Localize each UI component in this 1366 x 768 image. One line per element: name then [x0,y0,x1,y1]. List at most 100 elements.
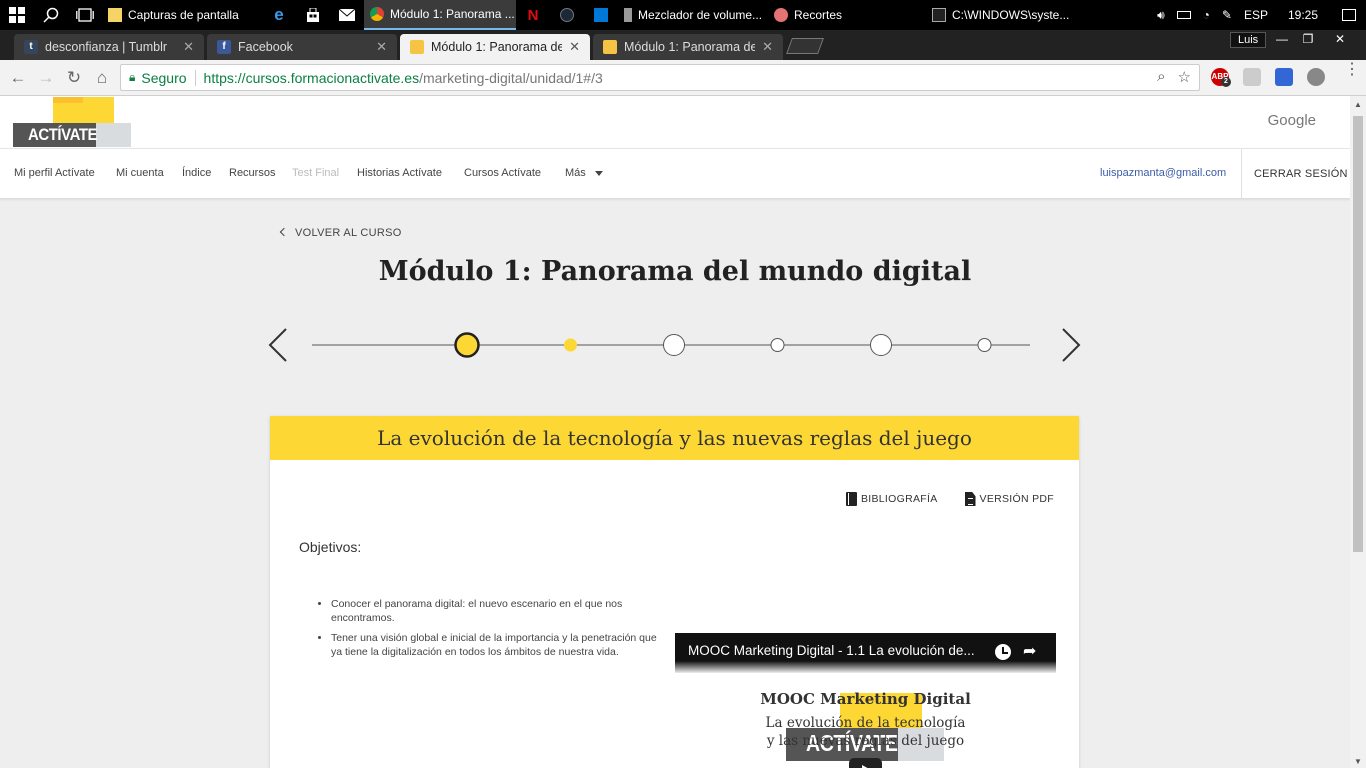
share-icon[interactable]: ➦ [1023,641,1036,661]
close-icon[interactable]: ✕ [569,39,580,55]
logo-yellow-accent [53,97,83,103]
scrollbar-thumb[interactable] [1353,116,1363,552]
nav-indice[interactable]: Índice [182,167,211,179]
close-icon[interactable]: ✕ [376,39,387,55]
clock[interactable]: 19:25 [1288,8,1318,22]
back-icon[interactable]: ← [7,67,29,89]
scroll-up-icon[interactable]: ▲ [1354,100,1362,109]
battery-icon[interactable] [1176,11,1191,19]
window-close-icon[interactable]: ✕ [1326,30,1354,48]
tab-title: desconfianza | Tumblr [45,40,168,54]
activate-logo[interactable]: ACTÍVATE [13,97,131,147]
page-scrollbar[interactable]: ▲ ▼ [1350,96,1366,768]
taskbar-app-label: Módulo 1: Panorama ... [390,7,515,21]
new-tab-button[interactable] [786,38,824,54]
video-subtitle-line1: La evolución de la tecnología [765,715,966,731]
mail-icon[interactable] [330,0,364,30]
pen-icon[interactable]: ✎ [1222,8,1232,22]
taskbar-app-label: C:\WINDOWS\syste... [952,8,1070,22]
tab-title: Módulo 1: Panorama del [624,40,756,54]
tab-modulo-active[interactable]: Módulo 1: Panorama del ✕ [400,34,590,60]
bookmark-extension-icon[interactable] [1275,68,1293,86]
next-arrow-icon[interactable] [1062,328,1081,362]
chrome-menu-icon[interactable]: ⋮ [1344,62,1360,78]
notifications-icon[interactable] [1342,9,1356,21]
scroll-down-icon[interactable]: ▼ [1354,757,1362,766]
bibliography-button[interactable]: BIBLIOGRAFÍA [845,492,938,506]
close-icon[interactable]: ✕ [762,39,773,55]
taskbar-app-snipping[interactable]: Recortes [768,0,926,30]
reload-icon[interactable]: ↻ [63,67,85,89]
bookmark-star-icon[interactable]: ☆ [1178,68,1191,86]
system-tray: 🔊︎ ◔ ✎ ESP 19:25 [1157,8,1366,23]
stepper-step-1[interactable] [454,332,480,358]
back-to-course-link[interactable]: VOLVER AL CURSO [279,227,402,239]
pdf-version-button[interactable]: VERSIÓN PDF [964,492,1054,506]
volume-icon[interactable]: 🔊︎ [1157,8,1165,23]
address-bar[interactable]: 🔒︎ Seguro https://cursos.formacionactiva… [120,64,1200,91]
omnibox-actions: ⌕ ☆ [1157,68,1191,86]
home-icon[interactable]: ⌂ [91,67,113,89]
store-icon[interactable] [296,0,330,30]
task-view-icon[interactable] [68,0,102,30]
stepper-step-6[interactable] [977,338,992,352]
activate-favicon-icon [603,40,617,54]
prev-arrow-icon[interactable] [268,328,287,362]
nav-mi-perfil[interactable]: Mi perfil Actívate [14,167,95,179]
taskbar-app-cmd[interactable]: C:\WINDOWS\syste... [926,0,1081,30]
remote-desktop-icon[interactable] [584,0,618,30]
cube-extension-icon[interactable] [1243,68,1261,86]
divider [1241,149,1242,200]
search-icon[interactable] [34,0,68,30]
video-title[interactable]: MOOC Marketing Digital - 1.1 La evolució… [688,643,988,658]
objectives-list: Conocer el panorama digital: el nuevo es… [331,597,661,665]
google-logo: Google [1267,112,1316,129]
zoom-icon[interactable]: ⌕ [1157,68,1165,86]
stepper-graphic [268,328,1081,362]
facebook-icon: f [217,40,231,54]
stepper-step-2[interactable] [564,338,577,352]
nav-recursos[interactable]: Recursos [229,167,275,179]
tab-tumblr[interactable]: t desconfianza | Tumblr ✕ [14,34,204,60]
stepper-step-4[interactable] [770,338,785,352]
taskbar-app-folder[interactable]: Capturas de pantalla [102,0,262,30]
chat-extension-icon[interactable] [1307,68,1325,86]
forward-icon[interactable]: → [35,67,57,89]
taskbar-app-volume-mixer[interactable]: Mezclador de volume... [618,0,768,30]
stepper-step-5[interactable] [870,334,892,356]
netflix-icon[interactable]: N [516,0,550,30]
stepper-step-3[interactable] [663,334,685,356]
module-stepper [260,316,1090,380]
language-indicator[interactable]: ESP [1244,8,1268,22]
logout-button[interactable]: CERRAR SESIÓN [1254,168,1348,180]
tab-modulo[interactable]: Módulo 1: Panorama del ✕ [593,34,783,60]
close-icon[interactable]: ✕ [183,39,194,55]
edge-icon[interactable]: e [262,0,296,30]
bibliography-label: BIBLIOGRAFÍA [860,493,938,505]
user-email-link[interactable]: luispazmanta@gmail.com [1100,167,1226,179]
chrome-profile-button[interactable]: Luis [1230,32,1267,48]
section-title: La evolución de la tecnología y las nuev… [270,416,1079,460]
nav-cursos[interactable]: Cursos Actívate [464,167,541,179]
wifi-icon[interactable]: ◔ [1203,8,1210,22]
page-title: Módulo 1: Panorama del mundo digital [378,256,972,287]
windows-taskbar: Capturas de pantalla e Módulo 1: Panoram… [0,0,1366,30]
steam-icon[interactable] [550,0,584,30]
nav-mas-dropdown[interactable]: Más [565,167,603,179]
taskbar-app-label: Mezclador de volume... [638,8,763,22]
chevron-left-icon [279,227,289,237]
windows-start-icon[interactable] [0,0,34,30]
tab-facebook[interactable]: f Facebook ✕ [207,34,397,60]
watch-later-icon[interactable] [995,644,1011,660]
list-item: Conocer el panorama digital: el nuevo es… [331,597,661,625]
activate-favicon-icon [410,40,424,54]
restore-icon[interactable]: ❐ [1294,30,1322,48]
chevron-down-icon [594,170,603,176]
logo-light-block [96,123,131,147]
nav-historias[interactable]: Historias Actívate [357,167,442,179]
nav-mi-cuenta[interactable]: Mi cuenta [116,167,164,179]
adblock-plus-icon[interactable]: ABP 2 [1211,68,1231,87]
minimize-icon[interactable]: — [1268,30,1296,48]
speaker-icon [624,8,632,22]
taskbar-app-chrome[interactable]: Módulo 1: Panorama ... [364,0,516,30]
